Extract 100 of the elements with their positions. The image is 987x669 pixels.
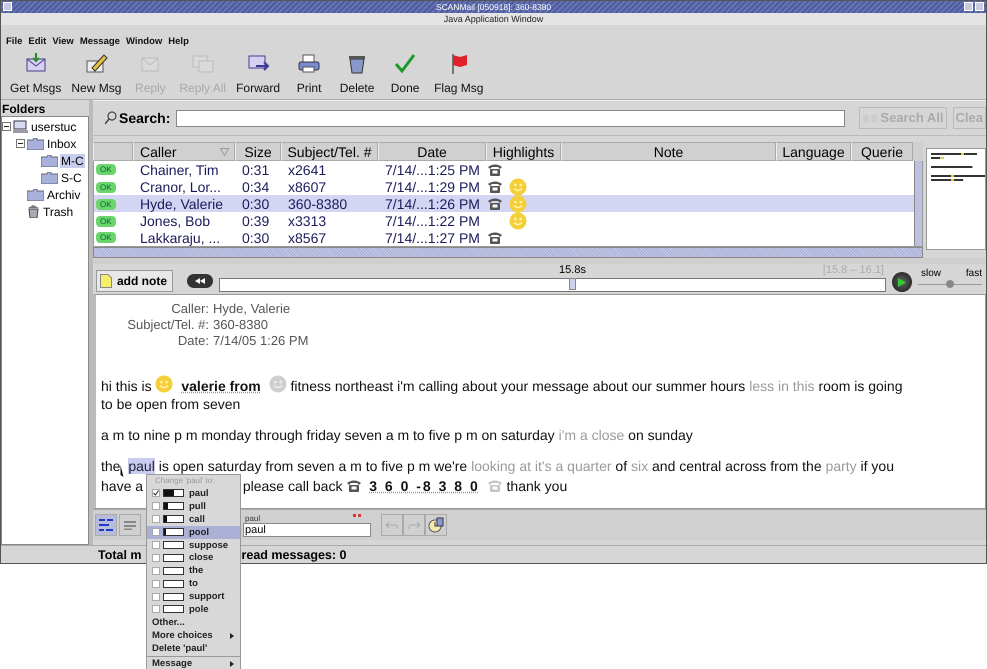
folder-item[interactable]: S-C: [60, 170, 83, 184]
checkmark-icon: [393, 52, 418, 76]
transcript-text: a m to nine p m monday through friday seven a m to five p m on saturday: [101, 427, 555, 443]
column-header[interactable]: Size: [235, 142, 281, 162]
menu-item[interactable]: Message: [147, 656, 240, 669]
menu-item[interactable]: More choices: [147, 628, 240, 642]
toolbar-button[interactable]: Done: [381, 52, 430, 99]
phone-number[interactable]: 3 6 0 -8 3 8 0: [369, 478, 480, 494]
search-field[interactable]: [176, 110, 846, 126]
table-cell-text: 0:34: [241, 179, 270, 196]
transcript-text: have a: [101, 478, 144, 494]
menu-item[interactable]: Help: [165, 36, 192, 47]
transcript-text: and central across from the: [652, 458, 822, 474]
column-header[interactable]: Subject/Tel. #: [281, 142, 378, 162]
column-header[interactable]: Note: [561, 142, 776, 162]
window-menu-button[interactable]: [3, 2, 12, 11]
menu-item[interactable]: paul: [147, 487, 240, 500]
folder-icon: [41, 154, 58, 166]
message-row[interactable]: OK Lakkaraju, ... 0:30 x8567 7/14/...1:27 PM: [94, 229, 914, 246]
folder-item[interactable]: Archiv: [46, 188, 82, 202]
keyword-text[interactable]: valerie from: [181, 378, 261, 394]
selected-word[interactable]: paul: [128, 458, 155, 474]
menu-item[interactable]: View: [49, 36, 77, 47]
column-header[interactable]: Highlights: [486, 142, 561, 162]
folder-item[interactable]: M-C: [60, 154, 85, 168]
table-cell-text: 7/14/...1:27 PM: [384, 230, 481, 246]
play-icon: [898, 278, 906, 286]
play-button[interactable]: [892, 272, 912, 292]
table-cell-text: 7/14/...1:25 PM: [384, 162, 481, 178]
field-label: Subject/Tel. #:: [126, 317, 209, 333]
folder-item[interactable]: userstuc: [30, 120, 78, 134]
menu-item[interactable]: support: [147, 590, 240, 604]
message-row[interactable]: OK Jones, Bob 0:39 x3313 7/14/...1:22 PM: [94, 212, 914, 230]
transcript-text: on sunday: [628, 427, 693, 443]
menu-item[interactable]: to: [147, 577, 240, 590]
search-icon: [105, 111, 117, 125]
menu-item[interactable]: Edit: [25, 36, 50, 47]
scrollbar[interactable]: [914, 161, 922, 246]
menu-item[interactable]: pole: [147, 603, 240, 616]
view-toggle-button[interactable]: [119, 514, 141, 536]
slider-thumb[interactable]: [946, 280, 954, 288]
menu-item[interactable]: Message: [76, 36, 123, 47]
menu-item[interactable]: suppose: [147, 538, 240, 552]
menu-item[interactable]: pull: [147, 500, 240, 513]
toolbar-button[interactable]: New Msg: [66, 52, 126, 99]
menu-item[interactable]: Other...: [147, 616, 240, 629]
table-cell-text: x2641: [287, 162, 328, 178]
alert-icon: [353, 514, 361, 518]
clock-icon: [428, 517, 444, 533]
status-badge: OK: [96, 182, 116, 193]
transcript-text: fitness northeast i'm calling about your message about our summer hours: [290, 378, 746, 394]
view-toggle-button[interactable]: [95, 514, 117, 536]
word-label: paul: [244, 514, 260, 522]
scrollbar[interactable]: [93, 247, 923, 258]
menu-item[interactable]: close: [147, 551, 240, 564]
undo-button[interactable]: [381, 514, 403, 536]
list-icon: [124, 520, 136, 530]
table-cell-text: Lakkaraju, ...: [139, 230, 222, 246]
status-badge: OK: [96, 198, 116, 210]
column-header[interactable]: Language: [776, 142, 851, 162]
timeline-button[interactable]: [425, 514, 447, 536]
folder-item[interactable]: Inbox: [46, 136, 78, 150]
menu-item[interactable]: File: [3, 36, 26, 47]
transcript-text: hi this is: [101, 378, 152, 394]
field-label: Date:: [176, 333, 209, 349]
word-field[interactable]: paul: [243, 522, 371, 536]
add-note-button[interactable]: add note: [96, 270, 173, 292]
menu-item[interactable]: pool: [147, 526, 240, 539]
toolbar-button[interactable]: Delete: [333, 52, 382, 99]
table-cell-text: 0:30: [241, 196, 270, 212]
slider-thumb[interactable]: [569, 278, 576, 290]
maximize-button[interactable]: [975, 2, 984, 11]
folder-item[interactable]: Trash: [42, 204, 74, 218]
menu-item[interactable]: Window: [122, 36, 166, 47]
toolbar-button[interactable]: Print: [285, 52, 334, 99]
column-header[interactable]: [93, 142, 133, 162]
table-cell-text: Cranor, Lor...: [139, 179, 222, 196]
time-label: 15.8s: [559, 264, 586, 276]
redo-icon: [408, 520, 420, 530]
transcript-text: the: [101, 458, 120, 474]
menu-item[interactable]: Delete 'paul': [147, 642, 240, 655]
rewind-button[interactable]: [187, 274, 213, 288]
column-header[interactable]: Caller: [133, 142, 235, 162]
panel-heading: Folders: [2, 102, 46, 116]
speed-label: slow: [921, 268, 942, 279]
minimize-button[interactable]: [964, 2, 973, 11]
status-text: Total m: [98, 548, 142, 562]
table-cell-text: x3313: [287, 213, 328, 230]
toolbar-button[interactable]: Forward: [231, 52, 286, 99]
message-row[interactable]: OK Chainer, Tim 0:31 x2641 7/14/...1:25 PM: [94, 161, 914, 178]
menu-item[interactable]: the: [147, 564, 240, 578]
menu-item[interactable]: call: [147, 512, 240, 526]
field-value: 7/14/05 1:26 PM: [213, 333, 308, 349]
column-header[interactable]: Querie: [851, 142, 913, 162]
message-row[interactable]: OK Hyde, Valerie 0:30 360-8380 7/14/...1:26 PM: [94, 195, 914, 212]
column-header[interactable]: Date: [378, 142, 486, 162]
toolbar-button[interactable]: Flag Msg: [429, 52, 488, 99]
toolbar-button[interactable]: Get Msgs: [5, 52, 66, 99]
speed-label: fast: [966, 268, 982, 279]
timeline-slider[interactable]: [219, 278, 886, 292]
